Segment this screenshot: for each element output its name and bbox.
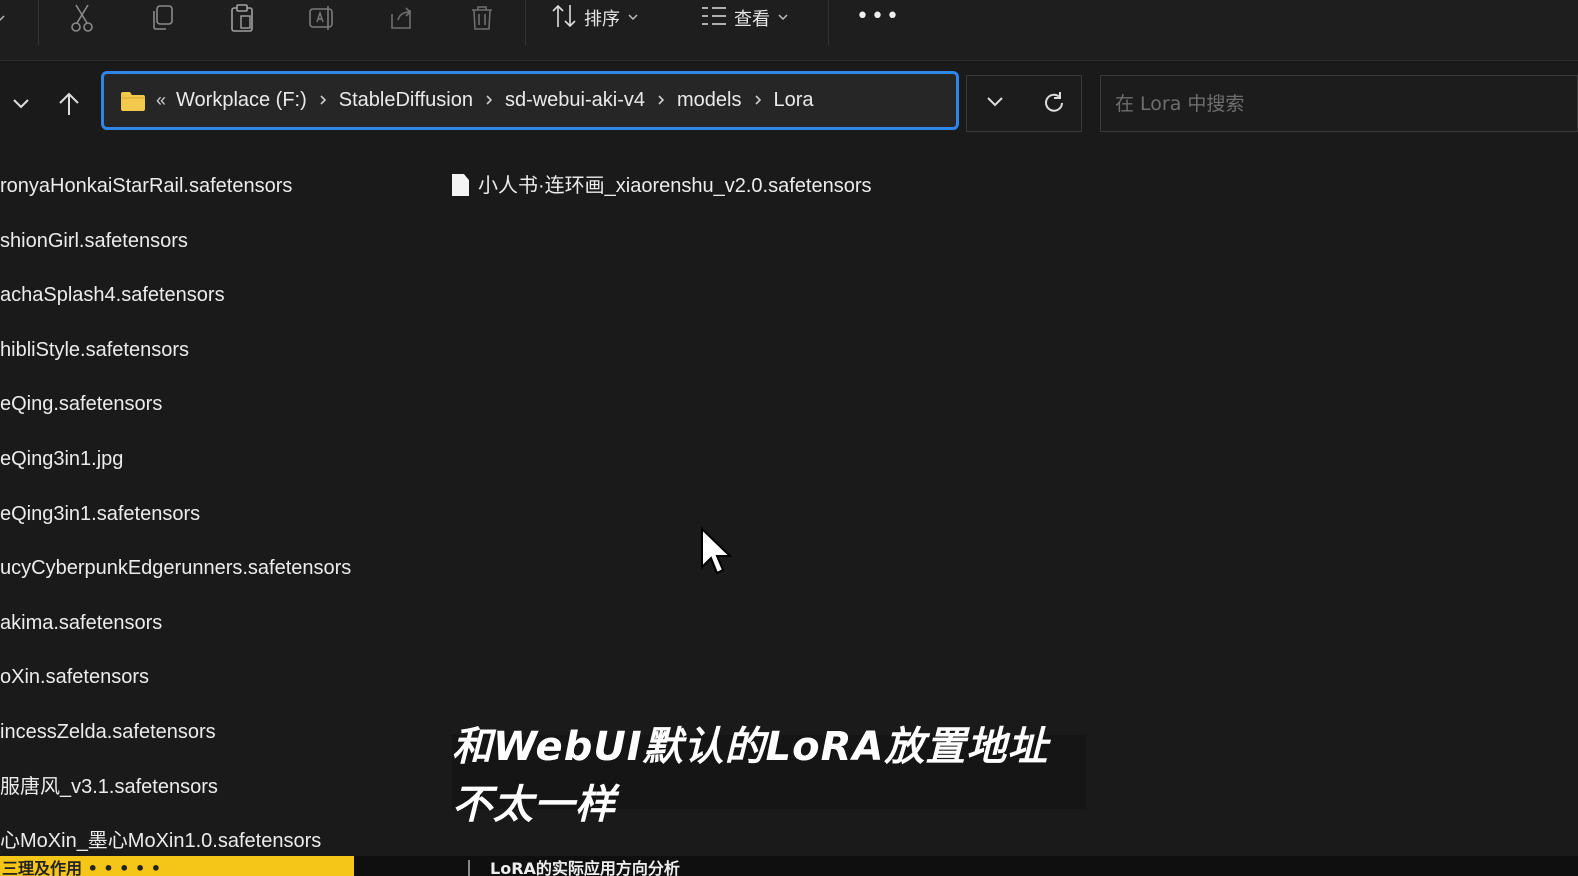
file-name: eQing3in1.jpg [0, 448, 124, 470]
file-name: shionGirl.safetensors [0, 230, 188, 252]
file-name: eQing3in1.safetensors [0, 503, 201, 525]
file-item[interactable]: incessZelda.safetensors [0, 718, 216, 746]
file-item[interactable]: 小人书·连环画_xiaorenshu_v2.0.safetensors [452, 172, 872, 200]
up-arrow-icon[interactable] [54, 88, 84, 120]
chevron-right-icon[interactable] [754, 93, 762, 109]
paste-icon[interactable] [222, 0, 262, 36]
file-item[interactable]: oXin.safetensors [0, 663, 149, 691]
more-options-button[interactable]: ••• [856, 4, 901, 29]
view-label: 查看 [734, 9, 770, 30]
refresh-icon[interactable] [1042, 91, 1066, 119]
view-button[interactable]: 查看 [700, 0, 788, 36]
delete-icon[interactable] [462, 0, 502, 36]
file-item[interactable]: hibliStyle.safetensors [0, 336, 189, 364]
chevron-right-icon[interactable] [657, 93, 665, 109]
file-name: hibliStyle.safetensors [0, 339, 189, 361]
file-item[interactable]: shionGirl.safetensors [0, 227, 188, 255]
toolbar-divider [38, 0, 39, 46]
bottom-caption-left: 三理及作用 • • • • • [0, 856, 354, 876]
file-item[interactable]: eQing3in1.jpg [0, 445, 123, 473]
breadcrumb-stablediffusion[interactable]: StableDiffusion [339, 89, 473, 112]
file-name: 心MoXin_墨心MoXin1.0.safetensors [0, 830, 322, 852]
rename-icon[interactable] [302, 0, 342, 36]
view-list-icon [700, 5, 728, 32]
file-item[interactable]: achaSplash4.safetensors [0, 281, 225, 309]
chevron-right-icon[interactable] [319, 93, 327, 109]
search-input[interactable] [1113, 91, 1557, 116]
address-controls [966, 75, 1082, 132]
file-name: akima.safetensors [0, 612, 163, 634]
file-item[interactable]: ronyaHonkaiStarRail.safetensors [0, 172, 292, 200]
address-history-dropdown[interactable] [985, 94, 1005, 113]
breadcrumb-overflow[interactable]: « [156, 90, 166, 111]
file-item[interactable]: eQing3in1.safetensors [0, 500, 200, 528]
folder-icon [120, 90, 146, 112]
file-item[interactable]: 心MoXin_墨心MoXin1.0.safetensors [0, 827, 321, 855]
file-item[interactable]: ucyCyberpunkEdgerunners.safetensors [0, 554, 351, 582]
file-name: achaSplash4.safetensors [0, 284, 225, 306]
bottom-caption-strip: 三理及作用 • • • • • LoRA的实际应用方向分析 [0, 856, 1578, 876]
sort-label: 排序 [584, 9, 620, 30]
sort-button[interactable]: 排序 [550, 0, 638, 36]
copy-icon[interactable] [142, 0, 182, 36]
file-name: ronyaHonkaiStarRail.safetensors [0, 175, 293, 197]
file-name: 小人书·连环画_xiaorenshu_v2.0.safetensors [478, 175, 872, 197]
chevron-right-icon[interactable] [485, 93, 493, 109]
file-name: ucyCyberpunkEdgerunners.safetensors [0, 557, 352, 579]
divider [468, 860, 470, 876]
file-item[interactable]: akima.safetensors [0, 609, 162, 637]
cut-icon[interactable] [62, 0, 102, 36]
breadcrumb-models[interactable]: models [677, 89, 741, 112]
file-name: eQing.safetensors [0, 393, 163, 415]
toolbar-divider [828, 0, 829, 46]
search-box [1100, 75, 1578, 132]
address-bar[interactable]: « Workplace (F:) StableDiffusion sd-webu… [101, 71, 959, 130]
file-name: 服唐风_v3.1.safetensors [0, 776, 218, 798]
breadcrumb-sd-webui[interactable]: sd-webui-aki-v4 [505, 89, 645, 112]
breadcrumb-lora[interactable]: Lora [774, 89, 814, 112]
mouse-cursor-icon [700, 526, 734, 583]
sort-icon [550, 3, 578, 34]
breadcrumb-drive[interactable]: Workplace (F:) [176, 89, 307, 112]
file-icon [452, 174, 469, 196]
chevron-down-icon[interactable] [0, 0, 12, 36]
file-item[interactable]: eQing.safetensors [0, 390, 162, 418]
chevron-down-icon [628, 13, 638, 24]
toolbar-divider [525, 0, 526, 46]
command-bar: 排序 查看 ••• [0, 0, 1578, 61]
file-name: incessZelda.safetensors [0, 721, 216, 743]
video-subtitle: 和WebUI默认的LoRA放置地址不太一样 [452, 724, 1086, 828]
recent-locations-button[interactable] [6, 88, 36, 120]
file-name: oXin.safetensors [0, 666, 149, 688]
chevron-down-icon [778, 13, 788, 24]
share-icon[interactable] [382, 0, 422, 36]
file-item[interactable]: 服唐风_v3.1.safetensors [0, 773, 218, 801]
bottom-caption-right: LoRA的实际应用方向分析 [490, 859, 680, 876]
